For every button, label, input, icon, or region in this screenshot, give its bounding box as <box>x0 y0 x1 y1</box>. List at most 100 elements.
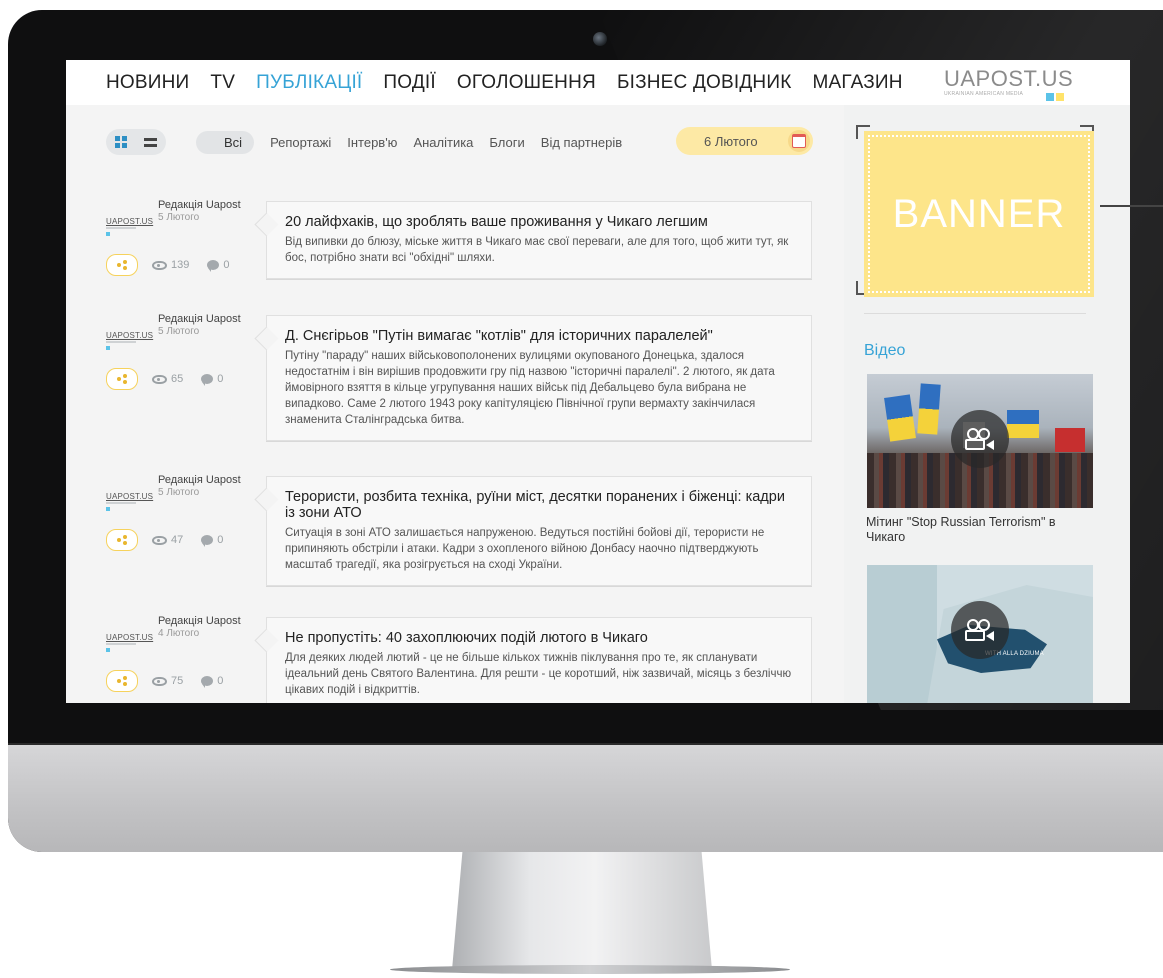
article-title[interactable]: Д. Снєгірьов "Путін вимагає "котлів" для… <box>285 328 793 344</box>
article-title[interactable]: 20 лайфхаків, що зроблять ваше проживанн… <box>285 214 793 230</box>
nav-item-business-directory[interactable]: БІЗНЕС ДОВІДНИК <box>617 72 792 94</box>
comments-icon <box>201 374 214 386</box>
article-title[interactable]: Не пропустіть: 40 захоплюючих подій люто… <box>285 630 793 646</box>
category-all[interactable]: Всі <box>196 130 255 154</box>
views-icon <box>152 374 167 384</box>
view-toggle <box>106 129 166 155</box>
nav-item-announcements[interactable]: ОГОЛОШЕННЯ <box>457 72 596 94</box>
views-count: 139 <box>171 259 190 271</box>
article-excerpt: Від випивки до блюзу, міське життя в Чик… <box>285 236 789 264</box>
nav-item-events[interactable]: ПОДІЇ <box>383 72 435 94</box>
nav-item-news[interactable]: НОВИНИ <box>106 72 189 94</box>
author-logo: UAPOST.US <box>106 217 154 236</box>
comments-count: 0 <box>223 259 230 271</box>
nav-item-tv[interactable]: TV <box>210 72 235 94</box>
author-logo: UAPOST.US <box>106 633 153 652</box>
article-stats: 65 0 <box>106 368 223 390</box>
video-thumbnail-map[interactable]: WITH ALLA DZIUMA <box>867 565 1093 703</box>
site-logo[interactable]: UAPOST.US UKRAINIAN AMERICAN MEDIA <box>944 66 1074 101</box>
video-caption[interactable]: Мітинг "Stop Russian Terrorism" в Чикаго <box>866 515 1098 545</box>
article-stats: 75 0 <box>106 670 223 692</box>
logo-square-yellow <box>1056 93 1064 101</box>
nav-item-shop[interactable]: МАГАЗИН <box>812 72 902 94</box>
views-icon <box>152 676 167 686</box>
calendar-icon[interactable] <box>788 130 810 152</box>
grid-view-icon[interactable] <box>114 136 127 148</box>
article-date: 5 Лютого <box>158 487 200 498</box>
video-camera-icon[interactable] <box>951 410 1009 468</box>
article-date: 5 Лютого <box>158 212 200 223</box>
article-meta: Редакція Uapost 5 Лютого UAPOST.US 65 0 <box>106 313 246 393</box>
article-stats: 47 0 <box>106 529 223 551</box>
video-section-heading: Відео <box>864 342 906 359</box>
article-meta: Редакція Uapost 5 Лютого UAPOST.US 47 0 <box>106 474 246 554</box>
right-sidebar: BANNER Відео Мітинг "Stop Russian Terror… <box>844 105 1130 703</box>
main-navigation: НОВИНИ TV ПУБЛІКАЦІЇ ПОДІЇ ОГОЛОШЕННЯ БІ… <box>66 60 1130 105</box>
logo-square-blue <box>1046 93 1054 101</box>
author-logo-text: UAPOST.US <box>106 492 154 501</box>
share-icon <box>117 535 127 545</box>
article-date: 5 Лютого <box>158 326 200 337</box>
video-thumbnail-rally[interactable] <box>867 374 1093 508</box>
article-date: 4 Лютого <box>158 628 200 639</box>
share-button[interactable] <box>106 670 138 692</box>
comments-count: 0 <box>217 373 224 385</box>
browser-screen: НОВИНИ TV ПУБЛІКАЦІЇ ПОДІЇ ОГОЛОШЕННЯ БІ… <box>66 60 1130 703</box>
category-analytics[interactable]: Аналітика <box>413 135 473 150</box>
share-icon <box>117 260 127 270</box>
views-count: 47 <box>171 534 184 546</box>
video-camera-icon[interactable] <box>951 601 1009 659</box>
article-title[interactable]: Терористи, розбита техніка, руїни міст, … <box>285 489 793 521</box>
article-meta: Редакція Uapost 4 Лютого UAPOST.US 75 0 <box>106 615 246 695</box>
article-card[interactable]: Д. Снєгірьов "Путін вимагає "котлів" для… <box>266 315 812 441</box>
comments-count: 0 <box>217 534 224 546</box>
author-logo-text: UAPOST.US <box>106 331 154 340</box>
article-stats: 139 0 <box>106 254 229 276</box>
article-card[interactable]: 20 лайфхаків, що зроблять ваше проживанн… <box>266 201 812 279</box>
share-button[interactable] <box>106 529 138 551</box>
webcam <box>593 32 607 46</box>
comments-icon <box>201 676 214 688</box>
monitor-stand <box>452 852 712 970</box>
comments-count: 0 <box>217 675 224 687</box>
article-author[interactable]: Редакція Uapost <box>158 313 241 325</box>
article-author[interactable]: Редакція Uapost <box>158 474 241 486</box>
monitor-chin <box>8 745 1163 852</box>
share-icon <box>117 676 127 686</box>
category-reports[interactable]: Репортажі <box>270 135 331 150</box>
category-blogs[interactable]: Блоги <box>489 135 524 150</box>
category-partners[interactable]: Від партнерів <box>541 135 622 150</box>
banner-placeholder[interactable]: BANNER <box>864 131 1094 297</box>
article-meta: Редакція Uapost 5 Лютого UAPOST.US 139 0 <box>106 199 246 279</box>
monitor-stand-foot <box>390 965 790 974</box>
author-logo: UAPOST.US <box>106 331 154 350</box>
share-button[interactable] <box>106 368 138 390</box>
banner-text: BANNER <box>892 191 1066 236</box>
article-card[interactable]: Не пропустіть: 40 захоплюючих подій люто… <box>266 617 812 703</box>
author-logo-text: UAPOST.US <box>106 217 154 226</box>
nav-item-publications[interactable]: ПУБЛІКАЦІЇ <box>256 72 362 94</box>
share-button[interactable] <box>106 254 138 276</box>
filter-bar: Всі Репортажі Інтерв'ю Аналітика Блоги В… <box>106 128 622 156</box>
comments-icon <box>207 260 220 272</box>
article-excerpt: Путіну "параду" наших військовополонених… <box>285 350 775 426</box>
article-excerpt: Для деяких людей лютий - це не більше кі… <box>285 652 792 696</box>
article-excerpt: Ситуація в зоні АТО залишається напружен… <box>285 527 765 571</box>
article-author[interactable]: Редакція Uapost <box>158 199 241 211</box>
banner-slot: BANNER <box>856 125 1094 297</box>
date-picker[interactable]: 6 Лютого <box>676 127 813 155</box>
callout-line <box>1100 205 1163 207</box>
article-card[interactable]: Терористи, розбита техніка, руїни міст, … <box>266 476 812 586</box>
article-author[interactable]: Редакція Uapost <box>158 615 241 627</box>
views-icon <box>152 535 167 545</box>
list-view-icon[interactable] <box>144 137 158 147</box>
date-picker-value: 6 Лютого <box>704 133 758 149</box>
share-icon <box>117 374 127 384</box>
views-count: 65 <box>171 373 184 385</box>
monitor-frame: НОВИНИ TV ПУБЛІКАЦІЇ ПОДІЇ ОГОЛОШЕННЯ БІ… <box>8 10 1163 852</box>
views-count: 75 <box>171 675 184 687</box>
author-logo: UAPOST.US <box>106 492 154 511</box>
category-interviews[interactable]: Інтерв'ю <box>347 135 397 150</box>
logo-text: UAPOST.US <box>944 66 1074 91</box>
divider <box>864 313 1086 314</box>
